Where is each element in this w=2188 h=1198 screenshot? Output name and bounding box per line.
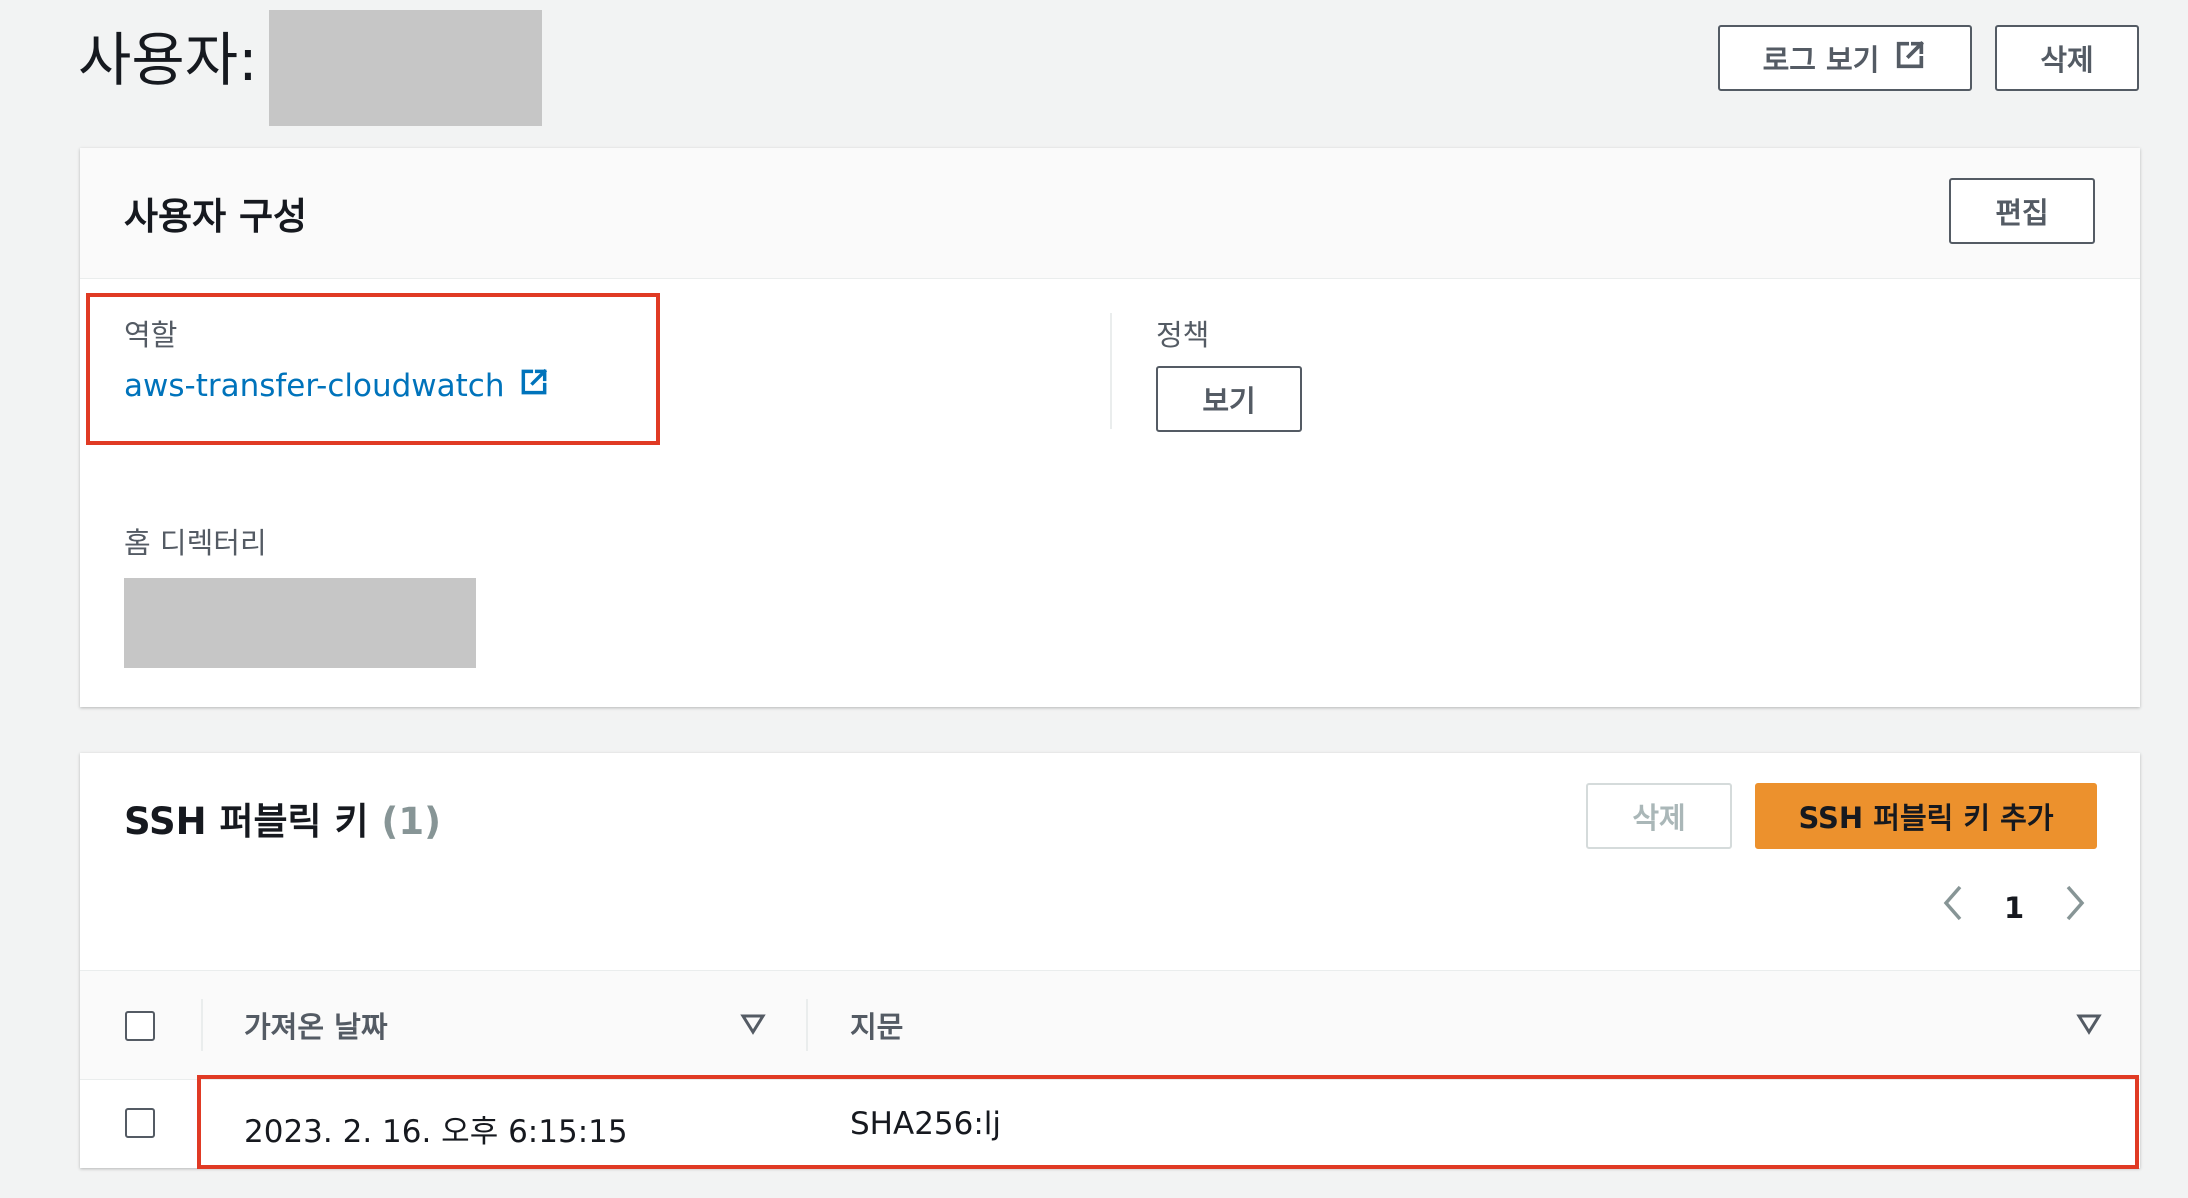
table-header: 가져온 날짜 지문 bbox=[80, 970, 2140, 1080]
column-header-imported-date[interactable]: 가져온 날짜 bbox=[244, 1004, 388, 1046]
pagination: 1 bbox=[1940, 883, 2088, 933]
sort-caret-icon[interactable] bbox=[740, 1013, 766, 1041]
user-config-title: 사용자 구성 bbox=[124, 195, 308, 238]
view-policy-button[interactable]: 보기 bbox=[1156, 366, 1302, 432]
sort-caret-icon[interactable] bbox=[2076, 1013, 2102, 1041]
current-page[interactable]: 1 bbox=[2004, 891, 2024, 925]
role-highlight-box bbox=[86, 293, 660, 445]
column-header-fingerprint[interactable]: 지문 bbox=[850, 1004, 903, 1046]
policy-label: 정책 bbox=[1156, 318, 1210, 352]
column-separator bbox=[806, 999, 808, 1051]
delete-user-button[interactable]: 삭제 bbox=[1995, 25, 2139, 91]
ssh-keys-title: SSH 퍼블릭 키 (1) bbox=[124, 791, 441, 845]
ssh-keys-count: (1) bbox=[381, 800, 441, 843]
select-all-checkbox[interactable] bbox=[125, 1011, 155, 1041]
redacted-username bbox=[269, 10, 542, 126]
chevron-right-icon[interactable] bbox=[2062, 883, 2088, 933]
delete-key-button[interactable]: 삭제 bbox=[1586, 783, 1732, 849]
row-checkbox[interactable] bbox=[125, 1108, 155, 1138]
view-logs-button[interactable]: 로그 보기 bbox=[1718, 25, 1972, 91]
redacted-home-directory bbox=[124, 578, 476, 668]
ssh-keys-title-text: SSH 퍼블릭 키 bbox=[124, 800, 369, 843]
edit-button[interactable]: 편집 bbox=[1949, 178, 2095, 244]
chevron-left-icon[interactable] bbox=[1940, 883, 1966, 933]
row-highlight-box bbox=[197, 1075, 2139, 1169]
column-divider bbox=[1110, 313, 1112, 429]
external-link-icon bbox=[1893, 38, 1927, 79]
user-config-header bbox=[80, 148, 2140, 279]
column-separator bbox=[201, 999, 203, 1051]
page-title: 사용자: bbox=[78, 26, 258, 94]
add-ssh-key-button[interactable]: SSH 퍼블릭 키 추가 bbox=[1755, 783, 2097, 849]
view-logs-label: 로그 보기 bbox=[1762, 43, 1880, 77]
home-directory-label: 홈 디렉터리 bbox=[124, 526, 267, 560]
